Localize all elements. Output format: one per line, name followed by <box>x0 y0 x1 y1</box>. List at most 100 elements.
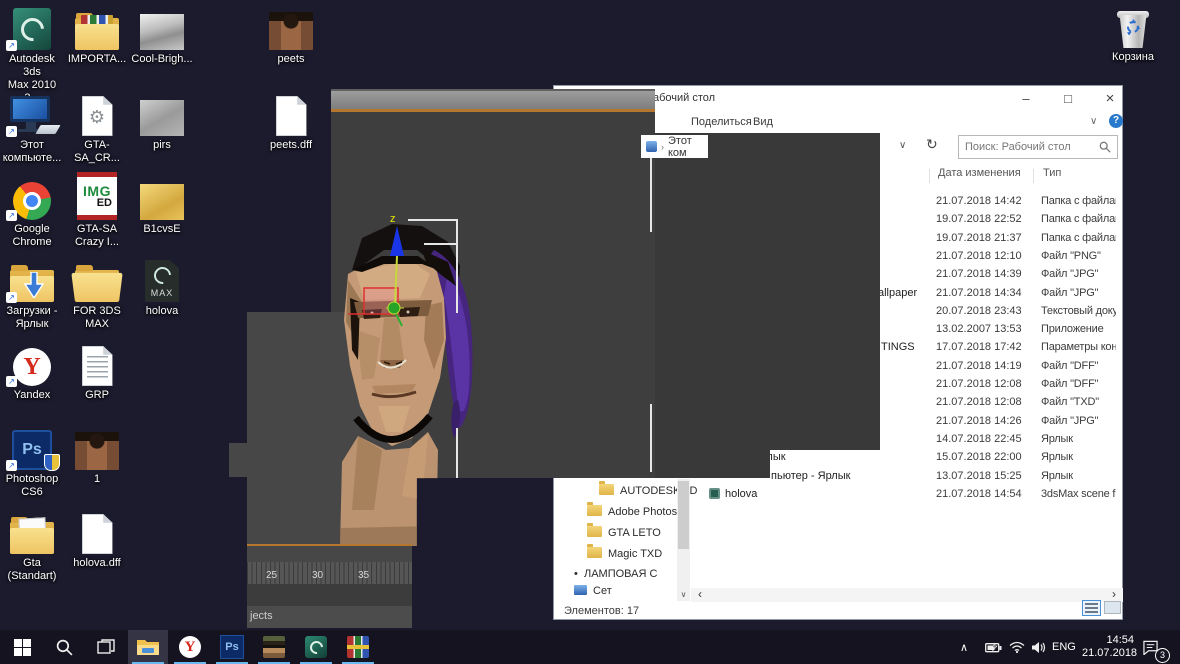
scrollbar-thumb[interactable] <box>678 481 689 549</box>
file-type: Папка с файлами <box>1041 213 1116 226</box>
ribbon-tab-share[interactable]: Поделиться <box>691 116 752 128</box>
search-input[interactable]: Поиск: Рабочий стол <box>958 135 1118 159</box>
scroll-left-icon[interactable] <box>693 588 707 602</box>
chrome-icon <box>13 182 51 220</box>
tree-scrollbar[interactable] <box>677 479 690 601</box>
winrar-icon <box>347 636 369 658</box>
desktop-icon-this-pc[interactable]: Этот компьюте... <box>1 94 63 165</box>
tray-expand-button[interactable] <box>960 630 968 664</box>
desktop-icon-label: holova.dff <box>73 557 121 569</box>
language-indicator[interactable]: ENG <box>1052 630 1076 664</box>
minimize-button[interactable] <box>1006 86 1046 112</box>
scroll-right-icon[interactable] <box>1107 588 1121 602</box>
desktop-icon-label: Корзина <box>1112 51 1154 63</box>
shortcut-arrow-icon <box>6 40 17 51</box>
desktop-icon-grp[interactable]: GRP <box>66 344 128 402</box>
tray-battery[interactable] <box>985 630 1002 664</box>
3dsmax-file-icon: MAX <box>145 260 179 302</box>
desktop-icon-gta-sa-crazy-img-ed[interactable]: IMG ED GTA-SA Crazy I... <box>66 172 128 249</box>
shortcut-arrow-icon <box>6 126 17 137</box>
folder-icon <box>599 481 614 495</box>
desktop-icon-peets[interactable]: peets <box>260 8 322 66</box>
taskbar-clock[interactable]: 14:54 21.07.2018 <box>1082 630 1138 664</box>
battery-icon <box>985 642 1002 652</box>
taskbar-search-button[interactable] <box>44 630 84 664</box>
file-date: 21.07.2018 14:42 <box>936 195 1022 207</box>
desktop-icon-autodesk-3ds-max[interactable]: Autodesk 3ds Max 2010 3... <box>1 8 63 105</box>
column-separator[interactable] <box>929 169 930 183</box>
selection-bracket <box>408 219 458 221</box>
horizontal-scrollbar[interactable] <box>691 588 1123 602</box>
selection-bracket <box>650 152 652 232</box>
task-view-button[interactable] <box>86 630 126 664</box>
start-button[interactable] <box>2 630 42 664</box>
desktop-icon-gta-sa-cr[interactable]: GTA-SA_CR... <box>66 94 128 165</box>
file-date: 19.07.2018 21:37 <box>936 231 1022 244</box>
timeline-slider-line[interactable] <box>247 544 412 546</box>
desktop-icon-photoshop-cs6[interactable]: Ps Photoshop CS6 <box>1 428 63 499</box>
file-date: 21.07.2018 14:34 <box>936 286 1022 299</box>
close-button[interactable] <box>1090 86 1130 112</box>
address-dropdown-icon[interactable] <box>899 140 906 151</box>
column-separator[interactable] <box>1033 169 1034 183</box>
tray-network[interactable] <box>1009 630 1025 664</box>
desktop-icon-holova-dff[interactable]: holova.dff <box>66 512 128 570</box>
ribbon-tab-view[interactable]: Вид <box>753 116 773 128</box>
file-type: Параметры конф... <box>1041 341 1116 354</box>
network-icon <box>574 585 587 595</box>
desktop-icon-label: Yandex <box>13 389 51 401</box>
desktop-icon-cool-brigh[interactable]: Cool-Brigh... <box>131 8 193 66</box>
desktop-icon-1[interactable]: 1 <box>66 428 128 486</box>
shortcut-arrow-icon <box>6 376 17 387</box>
timeline-ruler[interactable]: 25 30 35 <box>247 562 412 584</box>
desktop-icon-label: peets.dff <box>270 139 312 151</box>
desktop-icon-holova-max[interactable]: MAX holova <box>131 260 193 318</box>
taskbar-3dsmax-button[interactable] <box>296 630 336 664</box>
column-header-type[interactable]: Тип <box>1043 167 1061 185</box>
shortcut-arrow-icon <box>6 460 17 471</box>
desktop-icon-recycle-bin[interactable]: Корзина <box>1102 6 1164 64</box>
desktop-icon-yandex[interactable]: Y Yandex <box>1 344 63 402</box>
column-header-date[interactable]: Дата изменения <box>938 167 1021 185</box>
desktop-icon-gta-standart[interactable]: Gta (Standart) <box>1 512 63 583</box>
maximize-button[interactable] <box>1048 86 1088 112</box>
refresh-icon[interactable] <box>926 136 938 153</box>
desktop-icon-downloads-shortcut[interactable]: Загрузки - Ярлык <box>1 260 63 331</box>
texture-thumbnail-icon <box>75 432 119 470</box>
desktop-icon-label: pirs <box>153 139 171 151</box>
desktop-icon-peets-dff[interactable]: peets.dff <box>260 94 322 152</box>
desktop-icon-for-3ds-max[interactable]: FOR 3DS MAX <box>66 260 128 331</box>
ribbon-collapse-icon[interactable] <box>1090 116 1097 127</box>
desktop-icon-pirs[interactable]: pirs <box>131 94 193 152</box>
file-type: Файл "PNG" <box>1041 249 1101 262</box>
taskbar-explorer-button[interactable] <box>128 630 168 664</box>
desktop-icon-google-chrome[interactable]: Google Chrome <box>1 178 63 249</box>
scroll-down-icon[interactable] <box>677 588 690 601</box>
file-type: Файл "DFF" <box>1041 359 1099 372</box>
tree-item-network[interactable]: Сет <box>574 585 694 597</box>
3dsmax-window-titlebar[interactable] <box>331 89 655 109</box>
details-view-button[interactable] <box>1082 600 1101 616</box>
search-icon <box>56 639 73 656</box>
folder-icon <box>587 502 602 516</box>
desktop-icon-b1cvse[interactable]: B1cvsE <box>131 178 193 236</box>
help-icon[interactable] <box>1109 114 1123 128</box>
selection-bracket <box>456 219 458 313</box>
file-date: 21.07.2018 14:26 <box>936 414 1022 427</box>
taskbar-winrar-button[interactable] <box>338 630 378 664</box>
desktop-icon-importa[interactable]: IMPORTA... <box>66 8 128 66</box>
timeline-tick-label: 25 <box>266 570 278 581</box>
tree-item[interactable]: AUTODESK 3D <box>599 481 719 504</box>
3dsmax-status-text: jects <box>247 606 412 628</box>
clock-date: 21.07.2018 <box>1082 647 1138 659</box>
file-icon <box>275 96 307 136</box>
taskbar-yandex-button[interactable]: Y <box>170 630 210 664</box>
timeline-trackbar[interactable] <box>247 584 412 606</box>
tray-volume[interactable] <box>1031 630 1046 664</box>
yandex-icon: Y <box>179 636 201 658</box>
taskbar-gta-button[interactable] <box>254 630 294 664</box>
folder-icon <box>10 517 54 554</box>
address-bar[interactable]: Этот ком <box>641 135 708 158</box>
taskbar-photoshop-button[interactable]: Ps <box>212 630 252 664</box>
thumbnails-view-button[interactable] <box>1104 601 1121 614</box>
